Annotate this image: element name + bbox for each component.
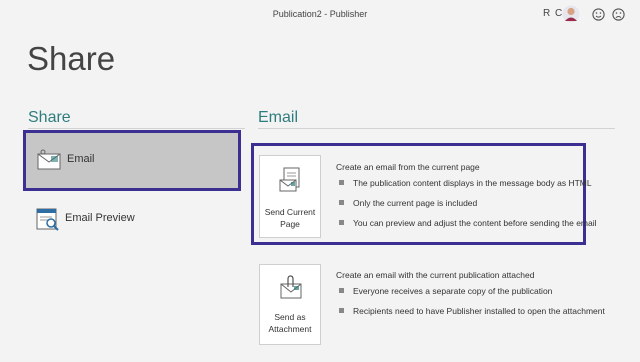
bullet-item: You can preview and adjust the content b… (336, 218, 597, 228)
frown-feedback-icon[interactable] (612, 8, 625, 21)
email-section-heading: Email (258, 109, 299, 126)
share-item-email-preview-label: Email Preview (65, 212, 135, 224)
send-as-attachment-description: Create an email with the current publica… (336, 270, 605, 326)
send-page-icon (279, 167, 300, 192)
send-current-page-label: Send Current Page (264, 207, 316, 229)
email-preview-icon (36, 208, 59, 231)
send-as-attachment-label: Send as Attachment (268, 312, 312, 334)
send-as-attachment-button[interactable]: Send as Attachment (259, 264, 321, 345)
send-current-page-button[interactable]: Send Current Page (259, 155, 321, 238)
bullet-item: Everyone receives a separate copy of the… (336, 286, 605, 296)
share-item-email[interactable]: Email (23, 130, 241, 191)
avatar-icon[interactable] (562, 4, 580, 24)
email-icon (37, 149, 61, 170)
share-item-email-label: Email (67, 153, 95, 165)
bullet-item: Only the current page is included (336, 198, 597, 208)
page-title: Share (27, 40, 116, 77)
description-lead: Create an email from the current page (336, 162, 480, 172)
share-section-heading: Share (28, 109, 71, 126)
description-lead: Create an email with the current publica… (336, 270, 535, 280)
title-bar: Publication2 - Publisher R C (0, 0, 640, 30)
email-section-divider (258, 128, 615, 129)
send-current-page-description: Create an email from the current page Th… (336, 162, 597, 238)
share-section-divider (28, 128, 245, 129)
share-item-email-preview[interactable]: Email Preview (24, 194, 238, 246)
bullet-item: The publication content displays in the … (336, 178, 597, 188)
bullet-item: Recipients need to have Publisher instal… (336, 306, 605, 316)
user-initials[interactable]: R C (543, 8, 563, 19)
smile-feedback-icon[interactable] (592, 8, 605, 21)
attachment-icon (280, 275, 302, 299)
